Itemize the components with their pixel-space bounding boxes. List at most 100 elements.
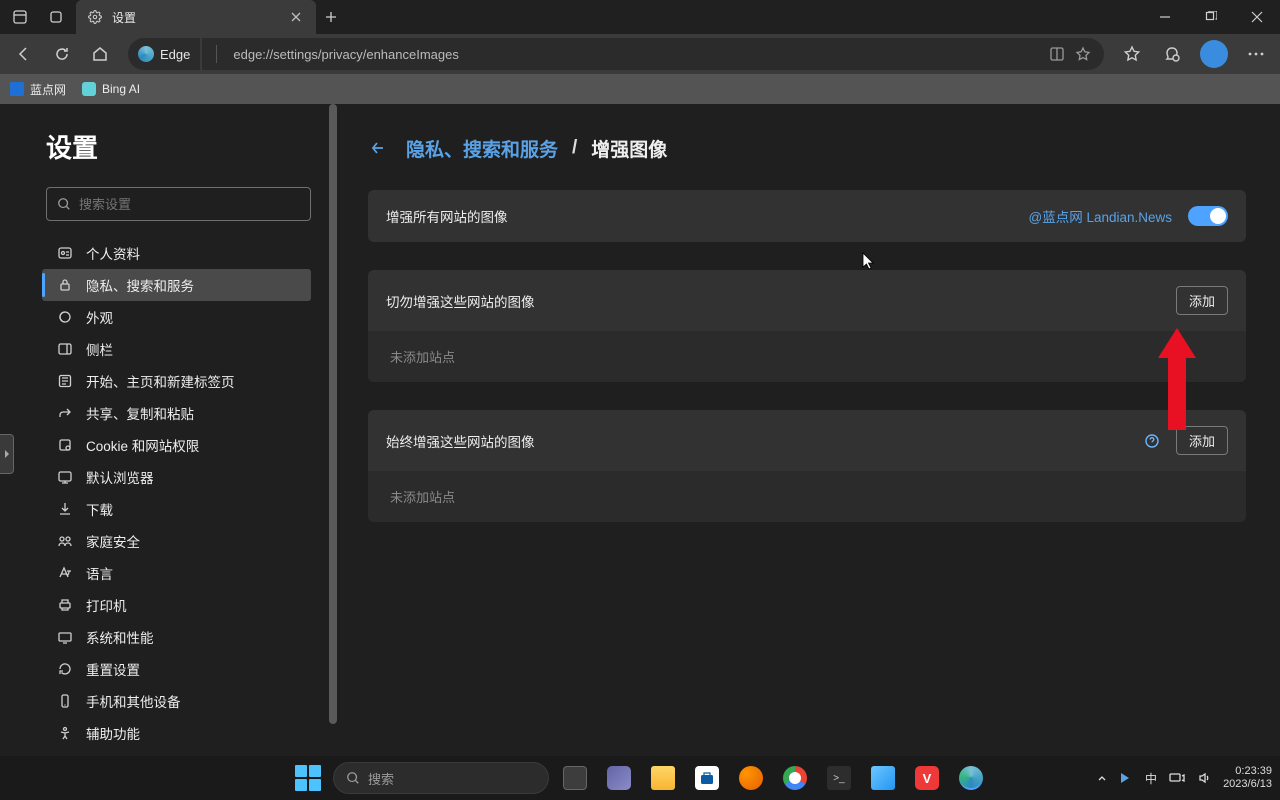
bookmark-bingai[interactable]: Bing AI (82, 82, 140, 96)
window-controls (1142, 0, 1280, 34)
tray-network[interactable] (1169, 771, 1185, 785)
minimize-button[interactable] (1142, 0, 1188, 34)
tray-time: 0:23:39 (1223, 765, 1272, 778)
favorite-icon[interactable] (1074, 45, 1092, 63)
nav-cookies[interactable]: Cookie 和网站权限 (42, 429, 311, 461)
url-text: edge://settings/privacy/enhanceImages (233, 47, 458, 62)
taskview-button[interactable] (557, 760, 593, 796)
start-icon (56, 372, 74, 390)
toolbar: Edge edge://settings/privacy/enhanceImag… (0, 34, 1280, 74)
nav-accessibility[interactable]: 辅助功能 (42, 717, 311, 749)
app-chrome[interactable] (777, 760, 813, 796)
menu-button[interactable] (1238, 36, 1274, 72)
add-never-button[interactable]: 添加 (1176, 286, 1228, 315)
appearance-icon (56, 308, 74, 326)
favorites-button[interactable] (1114, 36, 1150, 72)
start-button[interactable] (295, 765, 321, 791)
toolbar-right (1114, 36, 1274, 72)
download-icon (56, 500, 74, 518)
profile-icon (56, 244, 74, 262)
home-button[interactable] (82, 36, 118, 72)
nav-language[interactable]: 语言 (42, 557, 311, 589)
help-icon[interactable] (1142, 431, 1162, 451)
nav-family[interactable]: 家庭安全 (42, 525, 311, 557)
tab-overview-icon[interactable] (44, 5, 68, 29)
edge-identity-chip[interactable]: Edge (128, 38, 200, 70)
tray-volume[interactable] (1197, 771, 1211, 785)
gear-icon (86, 8, 104, 26)
settings-search[interactable] (46, 187, 311, 221)
nav-share[interactable]: 共享、复制和粘贴 (42, 397, 311, 429)
system-icon (56, 628, 74, 646)
phone-icon (56, 692, 74, 710)
titlebar: 设置 (0, 0, 1280, 34)
app-firefox[interactable] (733, 760, 769, 796)
app-store[interactable] (689, 760, 725, 796)
never-empty-text: 未添加站点 (368, 331, 1246, 382)
nav-profile[interactable]: 个人资料 (42, 237, 311, 269)
app-explorer[interactable] (645, 760, 681, 796)
printer-icon (56, 596, 74, 614)
nav-default-browser[interactable]: 默认浏览器 (42, 461, 311, 493)
nav-downloads[interactable]: 下载 (42, 493, 311, 525)
app-teams[interactable] (601, 760, 637, 796)
add-always-button[interactable]: 添加 (1176, 426, 1228, 455)
never-enhance-label: 切勿增强这些网站的图像 (386, 291, 1176, 311)
sidebar-expand-tab[interactable] (0, 434, 14, 474)
settings-content: 设置 个人资料 隐私、搜索和服务 外观 侧栏 开始、主页和新建标签页 共享、复制… (0, 104, 1280, 756)
back-button[interactable] (6, 36, 42, 72)
new-tab-button[interactable] (316, 0, 346, 34)
extensions-button[interactable] (1154, 36, 1190, 72)
watermark: @蓝点网 Landian.News (1028, 206, 1172, 226)
bookmark-landian[interactable]: 蓝点网 (10, 81, 66, 98)
bookmarks-bar: 蓝点网 Bing AI (0, 74, 1280, 104)
enhance-toggle[interactable] (1188, 206, 1228, 226)
browser-tab[interactable]: 设置 (76, 0, 316, 34)
url-divider (216, 45, 217, 63)
nav-phone[interactable]: 手机和其他设备 (42, 685, 311, 717)
settings-sidebar: 设置 个人资料 隐私、搜索和服务 外观 侧栏 开始、主页和新建标签页 共享、复制… (0, 104, 340, 756)
taskbar-tray: 中 0:23:39 2023/6/13 (1097, 765, 1280, 791)
reader-icon[interactable] (1048, 45, 1066, 63)
family-icon (56, 532, 74, 550)
tray-clock[interactable]: 0:23:39 2023/6/13 (1223, 765, 1272, 791)
nav-reset[interactable]: 重置设置 (42, 653, 311, 685)
close-window-button[interactable] (1234, 0, 1280, 34)
app-photos[interactable] (865, 760, 901, 796)
app-edge[interactable] (953, 760, 989, 796)
nav-start[interactable]: 开始、主页和新建标签页 (42, 365, 311, 397)
tab-title: 设置 (112, 9, 280, 26)
bookmark-label: Bing AI (102, 82, 140, 96)
tray-chevron[interactable] (1097, 773, 1107, 783)
nav-printers[interactable]: 打印机 (42, 589, 311, 621)
tray-news[interactable] (1119, 771, 1133, 785)
tab-actions-icon[interactable] (8, 5, 32, 29)
reset-icon (56, 660, 74, 678)
settings-search-input[interactable] (79, 197, 300, 212)
nav-about[interactable]: 关于 Microsoft Edge (42, 749, 311, 756)
sidebar-icon (56, 340, 74, 358)
nav-sidebar[interactable]: 侧栏 (42, 333, 311, 365)
close-tab-icon[interactable] (288, 9, 304, 25)
breadcrumb-back[interactable] (364, 134, 392, 162)
tray-ime[interactable]: 中 (1145, 770, 1157, 787)
taskbar-center: 搜索 >_ V (291, 756, 989, 800)
taskbar: 搜索 >_ V 中 0:23:39 2023/6/13 (0, 756, 1280, 800)
nav-system[interactable]: 系统和性能 (42, 621, 311, 653)
url-bar[interactable]: edge://settings/privacy/enhanceImages (202, 38, 1104, 70)
language-icon (56, 564, 74, 582)
always-empty-text: 未添加站点 (368, 471, 1246, 522)
nav-appearance[interactable]: 外观 (42, 301, 311, 333)
always-enhance-label: 始终增强这些网站的图像 (386, 431, 1142, 451)
refresh-button[interactable] (44, 36, 80, 72)
taskbar-search[interactable]: 搜索 (333, 762, 549, 794)
app-vivaldi[interactable]: V (909, 760, 945, 796)
maximize-button[interactable] (1188, 0, 1234, 34)
breadcrumb-link[interactable]: 隐私、搜索和服务 (406, 135, 558, 162)
nav-privacy[interactable]: 隐私、搜索和服务 (42, 269, 311, 301)
sidebar-scrollbar[interactable] (329, 104, 337, 756)
app-terminal[interactable]: >_ (821, 760, 857, 796)
tray-date: 2023/6/13 (1223, 778, 1272, 791)
profile-avatar[interactable] (1200, 40, 1228, 68)
lock-icon (56, 276, 74, 294)
